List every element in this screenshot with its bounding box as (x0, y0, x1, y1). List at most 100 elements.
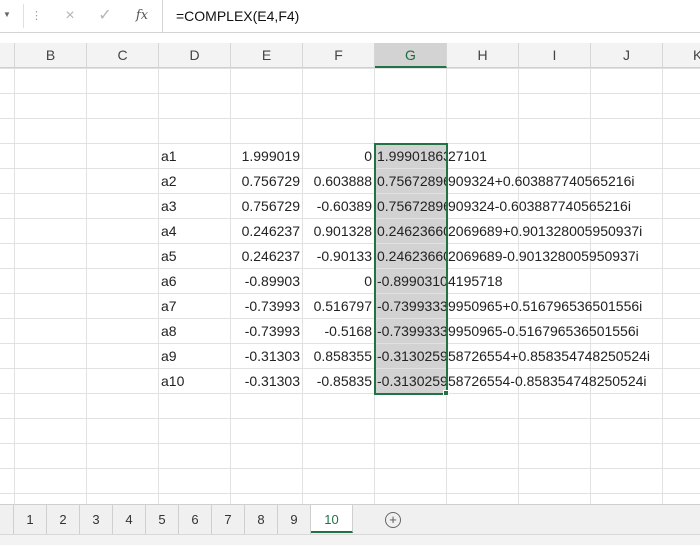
column-header-g[interactable]: G (375, 43, 447, 68)
formula-bar-divider (23, 4, 24, 28)
cell-e8[interactable]: 0.246237 (231, 244, 300, 268)
cell-f7[interactable]: 0.901328 (303, 219, 372, 243)
tab-sheet-8[interactable]: 8 (245, 505, 278, 535)
cell-d9[interactable]: a6 (161, 269, 229, 293)
cell-g12-overflow-text: 58726554+0.858354748250524i (448, 348, 651, 364)
cell-d11[interactable]: a8 (161, 319, 229, 343)
tab-sheet-1[interactable]: 1 (14, 505, 47, 535)
grid-line (590, 68, 591, 504)
cell-e5[interactable]: 0.756729 (231, 169, 300, 193)
grid-line (0, 493, 700, 494)
cell-g11[interactable]: -0.7399333 (377, 319, 447, 343)
enter-icon[interactable]: ✓ (95, 5, 115, 27)
cell-d8[interactable]: a5 (161, 244, 229, 268)
cell-f5[interactable]: 0.603888 (303, 169, 372, 193)
cell-f12[interactable]: 0.858355 (303, 344, 372, 368)
cell-e11[interactable]: -0.73993 (231, 319, 300, 343)
column-header-h[interactable]: H (447, 43, 519, 68)
cell-g11-overflow-text: 9950965-0.516796536501556i (448, 323, 639, 339)
cell-f11[interactable]: -0.5168 (303, 319, 372, 343)
tab-sheet-2[interactable]: 2 (47, 505, 80, 535)
cell-g8-overflow-text: 2069689-0.901328005950937i (448, 248, 639, 264)
insert-function-icon[interactable]: fx (131, 5, 153, 27)
cancel-icon[interactable]: × (60, 5, 80, 27)
select-all-corner[interactable] (0, 43, 15, 68)
column-header-i[interactable]: I (519, 43, 591, 68)
grid-line (0, 468, 700, 469)
cell-d5[interactable]: a2 (161, 169, 229, 193)
add-sheet-icon[interactable]: + (385, 512, 401, 528)
cell-f9[interactable]: 0 (303, 269, 372, 293)
cell-e10[interactable]: -0.73993 (231, 294, 300, 318)
cell-grid[interactable]: a1 1.999019 0 1.99901863 27101 a2 0.7567… (0, 68, 700, 504)
cell-g9-overflow-text: 4195718 (448, 273, 503, 289)
cell-g12[interactable]: -0.3130259 (377, 344, 447, 368)
cell-f8[interactable]: -0.90133 (303, 244, 372, 268)
cell-d4[interactable]: a1 (161, 144, 229, 168)
tab-sheet-7[interactable]: 7 (212, 505, 245, 535)
tab-sheet-9[interactable]: 9 (278, 505, 311, 535)
tab-sheet-3[interactable]: 3 (80, 505, 113, 535)
column-header-c[interactable]: C (87, 43, 159, 68)
sheet-tab-bar: 1 2 3 4 5 6 7 8 9 10 + (0, 504, 700, 535)
cell-g13[interactable]: -0.3130259 (377, 369, 447, 393)
cell-g5[interactable]: 0.75672896 (377, 169, 447, 193)
cell-d7[interactable]: a4 (161, 219, 229, 243)
formula-bar-divider (162, 0, 163, 33)
formula-input[interactable]: =COMPLEX(E4,F4) (176, 6, 299, 26)
grid-line (0, 443, 700, 444)
cell-f4[interactable]: 0 (303, 144, 372, 168)
column-header-f[interactable]: F (303, 43, 375, 68)
status-bar (0, 534, 700, 545)
tab-sheet-5[interactable]: 5 (146, 505, 179, 535)
cell-g6[interactable]: 0.75672896 (377, 194, 447, 218)
grid-line (374, 68, 375, 504)
cell-g10[interactable]: -0.7399333 (377, 294, 447, 318)
cell-f6[interactable]: -0.60389 (303, 194, 372, 218)
grid-line (0, 418, 700, 419)
grid-line (518, 68, 519, 504)
cell-e12[interactable]: -0.31303 (231, 344, 300, 368)
cell-g4-overflow-text: 27101 (448, 148, 487, 164)
tab-scroll-area (0, 505, 14, 535)
grip-icon[interactable]: ⋮ (31, 6, 42, 26)
tab-sheet-6[interactable]: 6 (179, 505, 212, 535)
cell-g7-overflow-text: 2069689+0.901328005950937i (448, 223, 643, 239)
cell-g10-overflow-text: 9950965+0.516796536501556i (448, 298, 643, 314)
cell-e4[interactable]: 1.999019 (231, 144, 300, 168)
cell-g7[interactable]: 0.24623660 (377, 219, 447, 243)
cell-g5-overflow-text: 909324+0.603887740565216i (448, 173, 635, 189)
grid-line (0, 393, 700, 394)
column-header-j[interactable]: J (591, 43, 663, 68)
cell-d13[interactable]: a10 (161, 369, 229, 393)
grid-line (662, 68, 663, 504)
cell-g4[interactable]: 1.99901863 (377, 144, 447, 168)
cell-e7[interactable]: 0.246237 (231, 219, 300, 243)
column-header-d[interactable]: D (159, 43, 231, 68)
name-box-dropdown-icon[interactable]: ▼ (3, 9, 13, 21)
cell-e6[interactable]: 0.756729 (231, 194, 300, 218)
cell-g9[interactable]: -0.89903109 (377, 269, 447, 293)
tab-sheet-4[interactable]: 4 (113, 505, 146, 535)
fill-handle[interactable] (443, 390, 449, 396)
column-header-row: B C D E F G H I J K (0, 43, 700, 68)
grid-line (0, 118, 700, 119)
cell-g13-overflow-text: 58726554-0.858354748250524i (448, 373, 647, 389)
cell-d10[interactable]: a7 (161, 294, 229, 318)
grid-line (0, 68, 700, 69)
cell-d12[interactable]: a9 (161, 344, 229, 368)
column-header-b[interactable]: B (15, 43, 87, 68)
cell-f13[interactable]: -0.85835 (303, 369, 372, 393)
grid-line (0, 93, 700, 94)
grid-line (158, 68, 159, 504)
cell-e13[interactable]: -0.31303 (231, 369, 300, 393)
column-header-k[interactable]: K (663, 43, 700, 68)
column-header-e[interactable]: E (231, 43, 303, 68)
grid-line (86, 68, 87, 504)
cell-g8[interactable]: 0.24623660 (377, 244, 447, 268)
tab-sheet-10[interactable]: 10 (311, 505, 353, 533)
cell-e9[interactable]: -0.89903 (231, 269, 300, 293)
cell-f10[interactable]: 0.516797 (303, 294, 372, 318)
cell-d6[interactable]: a3 (161, 194, 229, 218)
formula-bar: ▼ ⋮ × ✓ fx =COMPLEX(E4,F4) (0, 0, 700, 33)
